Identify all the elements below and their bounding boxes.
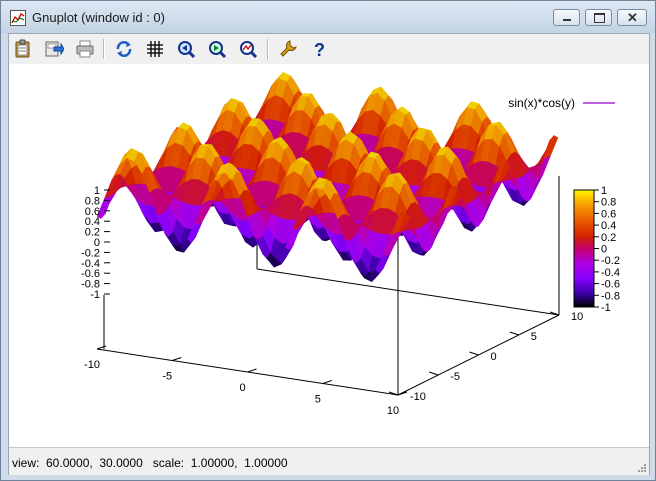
z-tick-label: -1 — [90, 289, 100, 301]
help-icon: ? — [314, 40, 325, 59]
autoscale-icon — [240, 41, 258, 59]
colorbox-tick-label: 0.8 — [601, 197, 616, 209]
client-area: ? 1 0.8 0.6 0.4 0.2 0 -0.2 -0.4 -0.6 -0.… — [8, 33, 650, 475]
y-tick-mark — [509, 331, 519, 336]
x-tick-mark — [247, 368, 257, 373]
clipboard-icon — [15, 39, 30, 58]
toolbar-separator — [267, 39, 269, 59]
copy-to-clipboard-button[interactable] — [12, 38, 34, 60]
status-bar: view: 60.0000, 30.0000 scale: 1.00000, 1… — [9, 447, 649, 475]
autoscale-button[interactable] — [237, 38, 259, 60]
plot-area[interactable]: 1 0.8 0.6 0.4 0.2 0 -0.2 -0.4 -0.6 -0.8 -1 -10 -5 0 5… — [9, 64, 649, 447]
toolbar: ? — [9, 34, 649, 64]
zoom-next-button[interactable] — [206, 38, 228, 60]
grid-button[interactable] — [144, 38, 166, 60]
colorbox-tick-label: -0.8 — [601, 290, 620, 302]
x-tick-label: -5 — [162, 371, 172, 383]
y-tick-mark — [469, 351, 479, 356]
legend: sin(x)*cos(y) — [508, 96, 615, 110]
gnuplot-app-icon — [10, 10, 26, 26]
y-tick-mark — [429, 371, 439, 376]
close-button[interactable]: ✕ — [617, 9, 647, 26]
colorbox-tick-label: -0.2 — [601, 255, 620, 267]
x-tick-label: 5 — [315, 394, 321, 406]
surface-plot: 10.80.60.40.20-0.2-0.4-0.6-0.8-1 -10-505… — [81, 71, 620, 417]
options-button[interactable] — [277, 38, 299, 60]
window-title: Gnuplot (window id : 0) — [32, 10, 165, 25]
surface — [96, 71, 559, 283]
colorbox-tick-label: 1 — [601, 185, 607, 197]
grid-icon — [147, 41, 163, 57]
y-tick-label: 10 — [571, 311, 583, 323]
maximize-button[interactable] — [585, 9, 612, 26]
colorbox: 10.80.60.40.20-0.2-0.4-0.6-0.8-1 — [573, 185, 620, 314]
x-axis-ticks: -10 -5 0 5 10 — [84, 345, 408, 417]
title-bar[interactable]: Gnuplot (window id : 0) ✕ — [1, 1, 655, 33]
y-tick-label: -10 — [410, 391, 426, 403]
colorbox-tick-label: 0 — [601, 244, 607, 256]
colorbox-tick-label: 0.2 — [601, 232, 616, 244]
y-tick-label: 0 — [491, 351, 497, 363]
svg-text:?: ? — [314, 40, 325, 59]
legend-label: sin(x)*cos(y) — [508, 96, 575, 110]
x-tick-label: 10 — [387, 405, 399, 417]
y-tick-label: -5 — [450, 371, 460, 383]
printer-icon — [76, 40, 94, 58]
y-tick-label: 5 — [531, 331, 537, 343]
refresh-icon — [116, 41, 132, 57]
colorbox-tick-label: -1 — [601, 302, 611, 314]
colorbox-tick-label: 0.6 — [601, 208, 616, 220]
toolbar-separator — [103, 39, 105, 59]
print-button[interactable] — [74, 38, 96, 60]
help-button[interactable]: ? — [308, 38, 330, 60]
colorbox-tick-label: -0.4 — [601, 267, 620, 279]
save-icon — [45, 41, 64, 57]
y-axis-ticks: -10 -5 0 5 10 — [388, 311, 583, 403]
replot-button[interactable] — [113, 38, 135, 60]
colorbox-gradient — [573, 189, 595, 308]
colorbox-ticks: 10.80.60.40.20-0.2-0.4-0.6-0.8-1 — [594, 185, 620, 314]
close-icon: ✕ — [627, 10, 638, 25]
save-button[interactable] — [43, 38, 65, 60]
gnuplot-window: Gnuplot (window id : 0) ✕ ? 1 0.8 0.6 0.… — [0, 0, 656, 481]
resize-grip-icon[interactable] — [637, 463, 647, 473]
zoom-previous-icon — [178, 41, 196, 59]
status-text: view: 60.0000, 30.0000 scale: 1.00000, 1… — [12, 456, 288, 470]
x-tick-label: 0 — [239, 382, 245, 394]
minimize-button[interactable] — [553, 9, 580, 26]
colorbox-tick-label: -0.6 — [601, 279, 620, 291]
colorbox-tick-label: 0.4 — [601, 220, 616, 232]
x-tick-mark — [172, 357, 182, 361]
wrench-icon — [280, 40, 297, 57]
zoom-previous-button[interactable] — [175, 38, 197, 60]
maximize-icon — [594, 13, 605, 23]
x-tick-mark — [322, 380, 332, 384]
x-tick-mark — [96, 345, 107, 350]
zoom-next-icon — [209, 41, 227, 59]
x-tick-label: -10 — [84, 359, 100, 371]
minimize-icon — [563, 19, 571, 21]
